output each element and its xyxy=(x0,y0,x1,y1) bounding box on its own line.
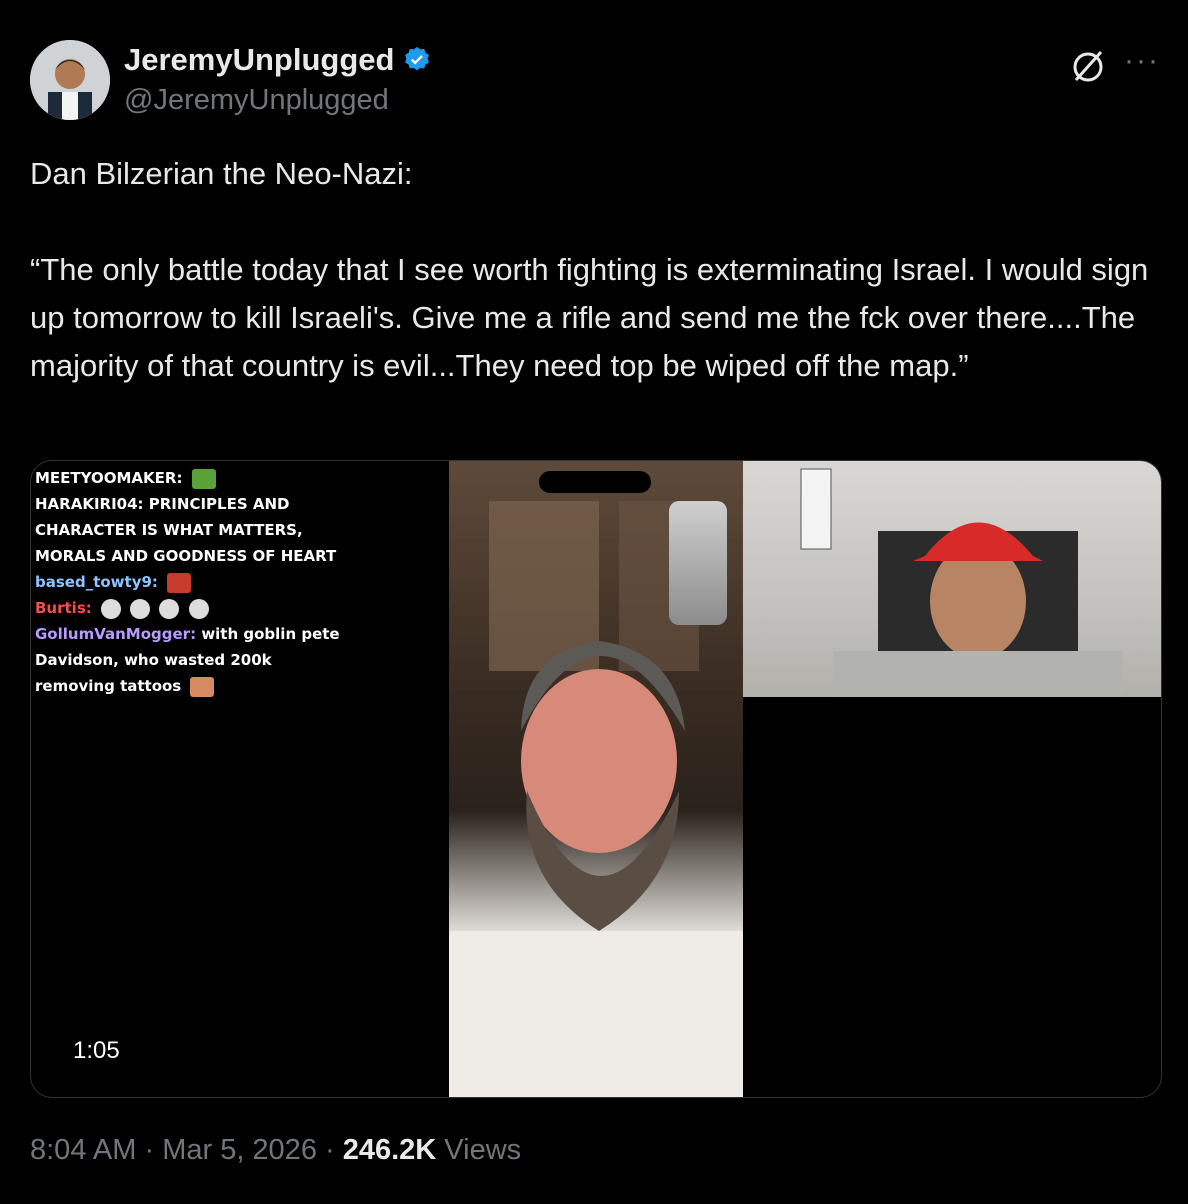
display-name-row[interactable]: JeremyUnplugged xyxy=(124,42,432,78)
chat-line: HARAKIRI04: PRINCIPLES AND CHARACTER IS … xyxy=(35,491,355,569)
chat-user: GollumVanMogger: xyxy=(35,625,197,643)
right-video-frame xyxy=(743,461,1161,697)
chat-line: based_towty9: xyxy=(35,569,447,595)
chat-line: Burtis: xyxy=(35,595,447,621)
center-video-frame xyxy=(449,461,743,1097)
face-emote-icon xyxy=(100,598,121,619)
user-handle[interactable]: @JeremyUnplugged xyxy=(124,84,389,117)
tweet-date[interactable]: Mar 5, 2026 xyxy=(162,1134,317,1166)
tweet-time[interactable]: 8:04 AM xyxy=(30,1134,136,1166)
red-face-emote-icon xyxy=(167,572,192,593)
verified-badge-icon xyxy=(405,46,430,71)
video-timestamp: 1:05 xyxy=(73,1037,120,1064)
chat-user: Burtis: xyxy=(35,599,92,617)
chat-line: GollumVanMogger: with goblin pete Davids… xyxy=(35,621,355,699)
laughing-emote-icon xyxy=(190,676,215,697)
separator: · xyxy=(136,1134,163,1166)
chat-user: based_towty9: xyxy=(35,573,158,591)
face-emote-icon xyxy=(188,598,209,619)
face-emote-icon xyxy=(130,598,151,619)
views-count: 246.2K xyxy=(342,1134,437,1166)
tweet-footer: 8:04 AM · Mar 5, 2026 · 246.2K Views xyxy=(30,1134,521,1167)
grok-icon[interactable] xyxy=(1068,46,1108,86)
pip-video xyxy=(669,501,727,625)
more-icon[interactable]: ··· xyxy=(1124,44,1160,78)
chat-user: MEETYOOMAKER: xyxy=(35,469,183,487)
dynamic-island xyxy=(539,471,651,493)
separator: · xyxy=(316,1134,343,1166)
display-name[interactable]: JeremyUnplugged xyxy=(124,42,394,78)
face-emote-icon xyxy=(159,598,180,619)
tweet-text: Dan Bilzerian the Neo-Nazi: “The only ba… xyxy=(30,156,1149,383)
views-label: Views xyxy=(436,1134,522,1166)
frog-emote-icon xyxy=(191,468,216,489)
video-player[interactable]: MEETYOOMAKER: HARAKIRI04: PRINCIPLES AND… xyxy=(30,460,1162,1098)
chat-line: MEETYOOMAKER: xyxy=(35,465,447,491)
chat-user: HARAKIRI04: xyxy=(35,495,144,513)
avatar[interactable] xyxy=(30,40,110,120)
chat-overlay: MEETYOOMAKER: HARAKIRI04: PRINCIPLES AND… xyxy=(35,465,447,699)
